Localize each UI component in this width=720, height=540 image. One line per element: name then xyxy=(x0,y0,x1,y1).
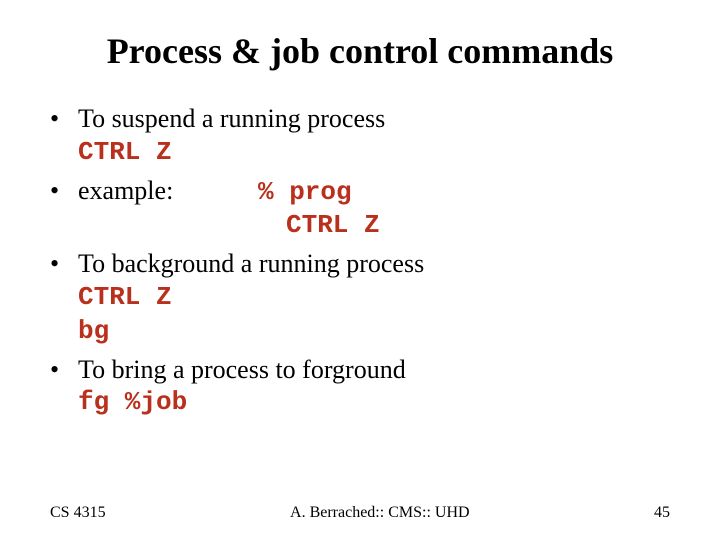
bullet-3-command-1: CTRL Z xyxy=(50,281,670,315)
slide: Process & job control commands • To susp… xyxy=(0,0,720,540)
bullet-4-command: fg %job xyxy=(50,386,670,420)
bullet-1: • To suspend a running process CTRL Z xyxy=(50,102,670,170)
bullet-dot: • xyxy=(50,174,78,208)
bullet-dot: • xyxy=(50,102,78,136)
bullet-2-command-1: % prog xyxy=(258,176,380,210)
bullet-2: • example: % prog CTRL Z xyxy=(50,174,670,244)
footer-right: 45 xyxy=(654,504,670,522)
slide-footer: CS 4315 A. Berrached:: CMS:: UHD 45 xyxy=(0,504,720,522)
bullet-2-command-2: CTRL Z xyxy=(258,209,380,243)
bullet-2-label: example: xyxy=(78,174,258,208)
bullet-dot: • xyxy=(50,353,78,387)
bullet-4: • To bring a process to forground fg %jo… xyxy=(50,353,670,421)
bullet-dot: • xyxy=(50,247,78,281)
bullet-3: • To background a running process CTRL Z… xyxy=(50,247,670,348)
footer-left: CS 4315 xyxy=(50,504,106,522)
slide-title: Process & job control commands xyxy=(50,30,670,72)
bullet-4-text: To bring a process to forground xyxy=(78,353,406,387)
bullet-1-command: CTRL Z xyxy=(50,136,670,170)
bullet-1-text: To suspend a running process xyxy=(78,102,385,136)
slide-body: • To suspend a running process CTRL Z • … xyxy=(50,102,670,420)
footer-center: A. Berrached:: CMS:: UHD xyxy=(290,504,470,522)
bullet-3-text: To background a running process xyxy=(78,247,424,281)
bullet-3-command-2: bg xyxy=(50,315,670,349)
